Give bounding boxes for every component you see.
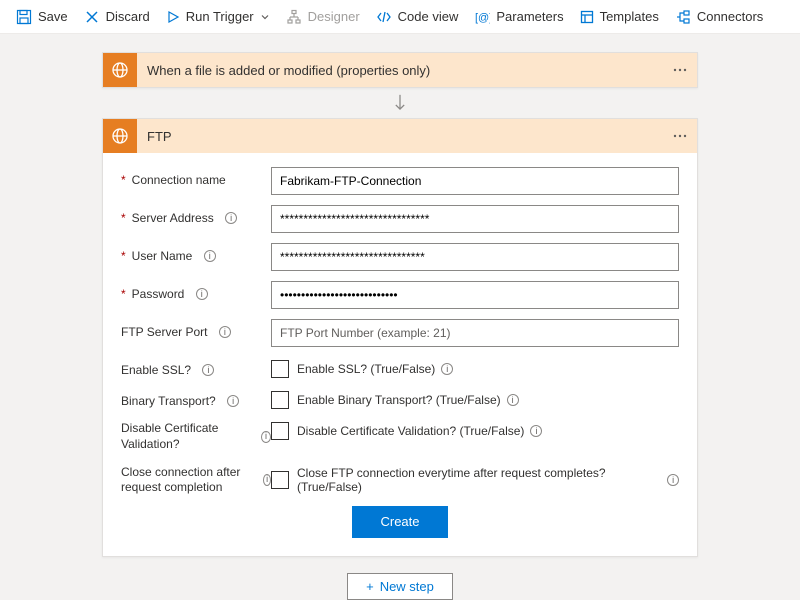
connection-name-field[interactable] xyxy=(271,167,679,195)
ftp-card-menu[interactable] xyxy=(663,128,697,144)
label-password: *Password i xyxy=(121,281,271,301)
label-ftp-port: FTP Server Port i xyxy=(121,319,271,339)
ftp-icon xyxy=(103,119,137,153)
info-icon[interactable]: i xyxy=(196,288,208,300)
chevron-down-icon xyxy=(260,12,270,22)
new-step-label: New step xyxy=(380,579,434,594)
ftp-card-header[interactable]: FTP xyxy=(103,119,697,153)
info-icon[interactable]: i xyxy=(441,363,453,375)
enable-ssl-checkbox[interactable] xyxy=(271,360,289,378)
discard-label: Discard xyxy=(106,9,150,24)
save-button[interactable]: Save xyxy=(8,1,76,33)
designer-label: Designer xyxy=(308,9,360,24)
close-conn-checkbox[interactable] xyxy=(271,471,289,489)
info-icon[interactable]: i xyxy=(202,364,214,376)
connectors-button[interactable]: Connectors xyxy=(667,1,771,33)
designer-button: Designer xyxy=(278,1,368,33)
create-button[interactable]: Create xyxy=(352,506,447,538)
new-step-button[interactable]: + New step xyxy=(347,573,453,600)
label-binary-transport: Binary Transport? i xyxy=(121,388,271,408)
svg-text:[@]: [@] xyxy=(475,12,490,24)
info-icon[interactable]: i xyxy=(227,395,239,407)
trigger-card[interactable]: When a file is added or modified (proper… xyxy=(102,52,698,88)
label-close-conn: Close connection after request completio… xyxy=(121,463,271,496)
ftp-trigger-icon xyxy=(103,53,137,87)
connectors-icon xyxy=(675,9,691,25)
info-icon[interactable]: i xyxy=(507,394,519,406)
close-conn-checklabel: Close FTP connection everytime after req… xyxy=(297,466,679,494)
binary-transport-checklabel: Enable Binary Transport? (True/False)i xyxy=(297,393,519,407)
discard-button[interactable]: Discard xyxy=(76,1,158,33)
ellipsis-icon xyxy=(672,62,688,78)
trigger-card-header[interactable]: When a file is added or modified (proper… xyxy=(103,53,697,87)
info-icon[interactable]: i xyxy=(667,474,679,486)
flow-arrow-icon xyxy=(391,94,409,112)
info-icon[interactable]: i xyxy=(225,212,237,224)
ellipsis-icon xyxy=(672,128,688,144)
trigger-card-title: When a file is added or modified (proper… xyxy=(137,63,663,78)
trigger-card-menu[interactable] xyxy=(663,62,697,78)
info-icon[interactable]: i xyxy=(263,474,271,486)
user-name-field[interactable] xyxy=(271,243,679,271)
code-icon xyxy=(376,9,392,25)
templates-button[interactable]: Templates xyxy=(572,1,667,33)
parameters-button[interactable]: [@] Parameters xyxy=(466,1,571,33)
toolbar: Save Discard Run Trigger Designer Code v… xyxy=(0,0,800,34)
label-enable-ssl: Enable SSL? i xyxy=(121,357,271,377)
code-view-button[interactable]: Code view xyxy=(368,1,467,33)
ftp-card-title: FTP xyxy=(137,129,663,144)
ftp-card-body: *Connection name *Server Address i *User… xyxy=(103,153,697,555)
save-icon xyxy=(16,9,32,25)
designer-icon xyxy=(286,9,302,25)
ftp-card: FTP *Connection name *Server Address i *… xyxy=(102,118,698,556)
disable-cert-checkbox[interactable] xyxy=(271,422,289,440)
enable-ssl-checklabel: Enable SSL? (True/False)i xyxy=(297,362,453,376)
code-view-label: Code view xyxy=(398,9,459,24)
designer-canvas: When a file is added or modified (proper… xyxy=(0,34,800,600)
info-icon[interactable]: i xyxy=(204,250,216,262)
run-trigger-button[interactable]: Run Trigger xyxy=(158,1,278,33)
binary-transport-checkbox[interactable] xyxy=(271,391,289,409)
parameters-label: Parameters xyxy=(496,9,563,24)
label-connection-name: *Connection name xyxy=(121,167,271,187)
connectors-label: Connectors xyxy=(697,9,763,24)
templates-label: Templates xyxy=(600,9,659,24)
password-field[interactable] xyxy=(271,281,679,309)
save-label: Save xyxy=(38,9,68,24)
ftp-port-field[interactable] xyxy=(271,319,679,347)
disable-cert-checklabel: Disable Certificate Validation? (True/Fa… xyxy=(297,424,542,438)
info-icon[interactable]: i xyxy=(261,431,271,443)
label-user-name: *User Name i xyxy=(121,243,271,263)
plus-icon: + xyxy=(366,579,374,594)
label-server-address: *Server Address i xyxy=(121,205,271,225)
label-disable-cert: Disable Certificate Validation? i xyxy=(121,419,271,452)
run-icon xyxy=(166,10,180,24)
server-address-field[interactable] xyxy=(271,205,679,233)
info-icon[interactable]: i xyxy=(219,326,231,338)
discard-icon xyxy=(84,9,100,25)
run-trigger-label: Run Trigger xyxy=(186,9,254,24)
templates-icon xyxy=(580,10,594,24)
parameters-icon: [@] xyxy=(474,9,490,25)
info-icon[interactable]: i xyxy=(530,425,542,437)
